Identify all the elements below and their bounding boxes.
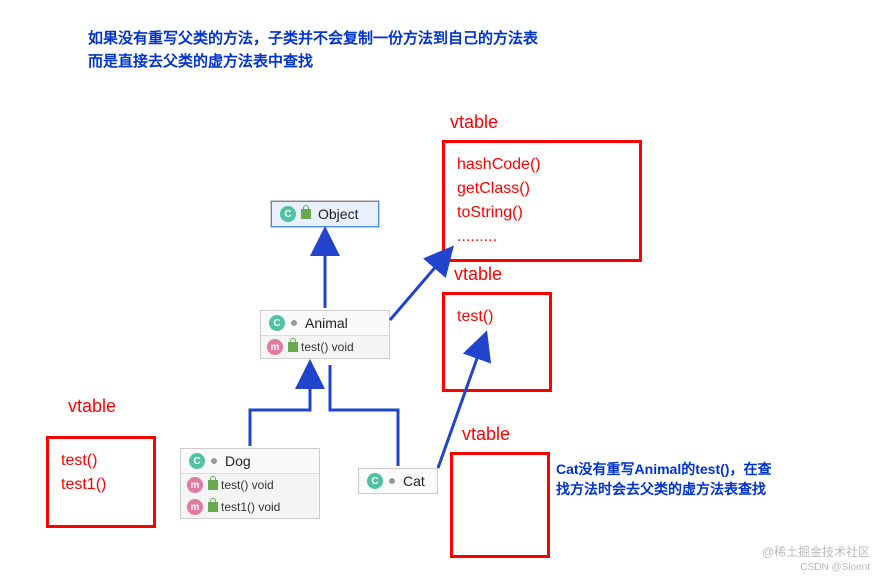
header-description: 如果没有重写父类的方法，子类并不会复制一份方法到自己的方法表 而是直接去父类的虚… (88, 28, 538, 73)
object-vtable-box: hashCode() getClass() toString() .......… (442, 140, 642, 262)
cat-vtable-box (450, 452, 550, 558)
animal-class-header: C Animal (261, 311, 389, 336)
cat-class-name: Cat (403, 473, 425, 489)
watermark-main: @稀土掘金技术社区 (762, 545, 870, 561)
class-icon: C (367, 473, 383, 489)
dog-vtable-label: vtable (68, 396, 116, 417)
vtable-method: ......... (457, 225, 627, 249)
arrow-cat-animal (330, 365, 398, 466)
dog-class-box: C Dog m test() void m test1() void (180, 448, 320, 519)
vtable-method: test() (457, 305, 537, 329)
lock-icon (288, 342, 298, 352)
lock-icon (208, 502, 218, 512)
dot-icon (291, 320, 297, 326)
dog-vtable-box: test() test1() (46, 436, 156, 528)
dot-icon (389, 478, 395, 484)
animal-method-test: m test() void (261, 336, 389, 358)
vtable-method: hashCode() (457, 153, 627, 177)
cat-vtable-label: vtable (462, 424, 510, 445)
cat-note: Cat没有重写Animal的test()，在查 找方法时会去父类的虚方法表查找 (556, 460, 856, 499)
object-class-box: C Object (270, 200, 380, 228)
method-label: test1() void (221, 500, 280, 514)
class-icon: C (280, 206, 296, 222)
method-icon: m (187, 499, 203, 515)
vtable-method: test() (61, 449, 141, 473)
method-icon: m (267, 339, 283, 355)
vtable-method: toString() (457, 201, 627, 225)
method-icon: m (187, 477, 203, 493)
header-line2: 而是直接去父类的虚方法表中查找 (88, 51, 538, 74)
arrow-dog-animal (250, 365, 310, 446)
animal-class-box: C Animal m test() void (260, 310, 390, 359)
object-class-name: Object (318, 206, 358, 222)
lock-icon (208, 480, 218, 490)
cat-class-box: C Cat (358, 468, 438, 494)
animal-vtable-label: vtable (454, 264, 502, 285)
watermark-sub: CSDN @Sloent (762, 561, 870, 574)
lock-icon (301, 209, 311, 219)
animal-vtable-box: test() (442, 292, 552, 392)
watermark: @稀土掘金技术社区 CSDN @Sloent (762, 545, 870, 574)
cat-class-header: C Cat (359, 469, 437, 493)
dog-class-name: Dog (225, 453, 251, 469)
object-vtable-label: vtable (450, 112, 498, 133)
vtable-method: getClass() (457, 177, 627, 201)
dot-icon (211, 458, 217, 464)
dog-class-header: C Dog (181, 449, 319, 474)
class-icon: C (269, 315, 285, 331)
header-line1: 如果没有重写父类的方法，子类并不会复制一份方法到自己的方法表 (88, 28, 538, 51)
animal-class-name: Animal (305, 315, 348, 331)
cat-note-line2: 找方法时会去父类的虚方法表查找 (556, 480, 856, 500)
dog-method-test: m test() void (181, 474, 319, 496)
class-icon: C (189, 453, 205, 469)
method-label: test() void (221, 478, 274, 492)
dog-method-test1: m test1() void (181, 496, 319, 518)
object-class-header: C Object (271, 201, 379, 227)
vtable-method: test1() (61, 473, 141, 497)
arrow-animal-vtable (390, 250, 450, 320)
method-label: test() void (301, 340, 354, 354)
cat-note-line1: Cat没有重写Animal的test()，在查 (556, 460, 856, 480)
